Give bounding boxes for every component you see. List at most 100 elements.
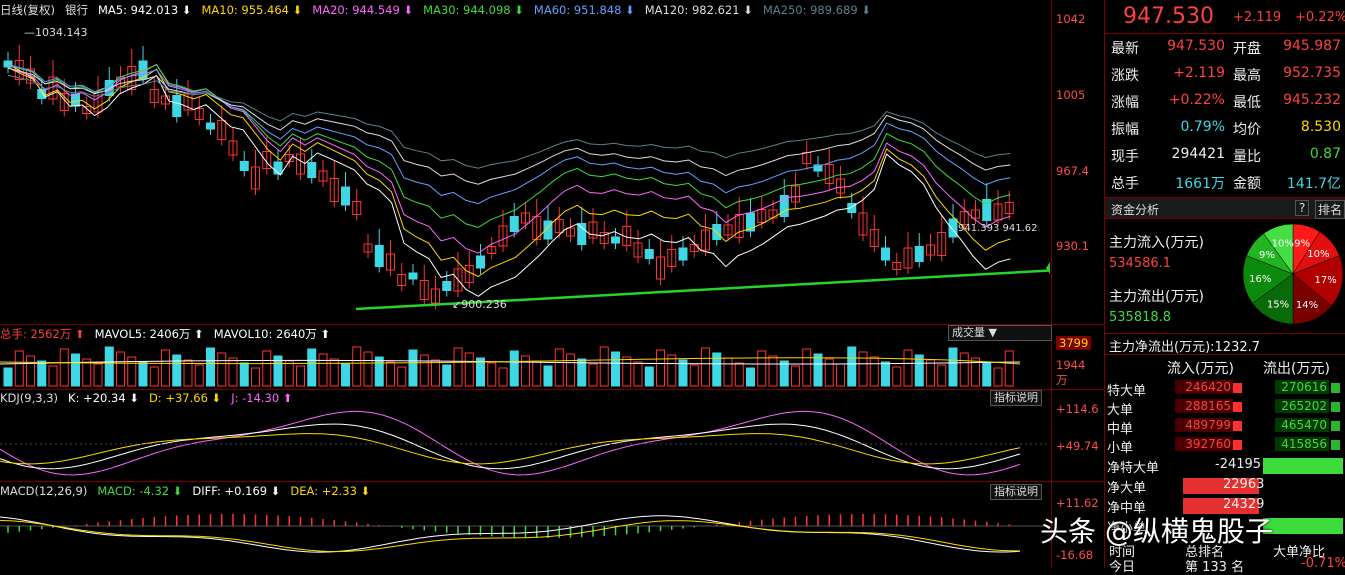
volume-bar — [521, 355, 530, 387]
quote-v1: +0.22% — [1168, 92, 1225, 108]
volume-bar — [116, 351, 125, 387]
price-change-pct: +0.22% — [1295, 10, 1345, 25]
volume-bar — [26, 355, 35, 387]
candle-body — [307, 162, 317, 178]
volume-bar — [487, 362, 497, 387]
candle-body — [509, 216, 519, 232]
volume-selector-dropdown[interactable]: 成交量 ▼ — [948, 325, 1052, 341]
fund-title: 资金分析 — [1111, 203, 1160, 217]
volume-bar — [431, 359, 440, 387]
candle-body — [611, 236, 620, 244]
high-annotation: —1034.143 — [24, 26, 88, 39]
flow-row-out: 270616 — [1275, 380, 1329, 394]
quote-v1: 0.79% — [1180, 119, 1225, 135]
ma-annotation: 941.393 941.62 — [958, 223, 1038, 234]
quote-l1: 现手 — [1111, 149, 1139, 165]
candle-body — [206, 122, 215, 130]
flow-row-name: 中单 — [1107, 422, 1134, 437]
volume-bar — [262, 350, 272, 387]
volume-unit: 万 — [1056, 373, 1068, 387]
volume-bar — [937, 364, 947, 387]
quote-l2: 均价 — [1233, 122, 1261, 138]
flow-in-marker — [1233, 421, 1242, 431]
volume-bar — [813, 353, 823, 387]
rank-button[interactable]: 排名 — [1315, 200, 1345, 219]
volume-bar — [588, 363, 598, 387]
net-row-name: 净特大单 — [1107, 461, 1160, 476]
help-icon[interactable]: ? — [1295, 200, 1310, 216]
volume-bar — [352, 346, 362, 387]
volume-bar — [779, 360, 789, 387]
net-row-bar — [1263, 458, 1343, 474]
volume-bar — [104, 346, 114, 387]
candle-body — [71, 93, 80, 107]
quote-v2: 141.7亿 — [1286, 176, 1341, 192]
candlestick-chart[interactable]: —1034.143 ↙900.236 941.393 941.62 — [0, 18, 1050, 324]
kdj-tick-1: +114.6 — [1056, 402, 1099, 416]
price-axis-divider — [1051, 0, 1052, 568]
volume-bar — [341, 363, 350, 387]
volume-bar — [836, 363, 845, 387]
candle-body — [678, 247, 688, 261]
kdj-chart[interactable] — [0, 406, 1050, 480]
quote-panel: 947.530 +2.119 +0.22% 最新 947.530 开盘 945.987… — [1104, 0, 1345, 575]
candle-body — [577, 223, 587, 245]
volume-bar — [543, 365, 553, 387]
flow-in-marker — [1233, 440, 1242, 450]
indicator-label: J: -14.30 ⬆ — [231, 391, 293, 405]
quote-l2: 最高 — [1233, 68, 1261, 84]
volume-bar — [453, 347, 463, 387]
volume-tick-1: 3799 — [1056, 336, 1092, 350]
volume-bar — [802, 348, 812, 387]
divider — [1105, 33, 1345, 34]
price-tick-1: 1042 — [1056, 12, 1086, 26]
macd-help-button[interactable]: 指标说明 — [990, 484, 1042, 500]
quote-v2: 945.987 — [1283, 38, 1341, 54]
macd-tick-1: +11.62 — [1056, 496, 1099, 510]
quote-l1: 最新 — [1111, 41, 1139, 57]
volume-bar — [363, 351, 373, 387]
pie-label: 17% — [1314, 275, 1336, 286]
net-row-value: -24195 — [1215, 457, 1262, 472]
volume-indicator-bar: 总手: 2562万 ⬆ MAVOL5: 2406万 ⬆ MAVOL10: 2640万… — [0, 326, 1050, 343]
pie-label: 14% — [1296, 300, 1318, 311]
volume-chart[interactable] — [0, 342, 1050, 388]
volume-bar — [656, 349, 665, 387]
volume-bar — [959, 352, 969, 387]
macd-chart[interactable] — [0, 500, 1050, 568]
quote-v2: 945.232 — [1283, 92, 1341, 108]
net-outflow-label: 主力净流出(万元): — [1109, 340, 1215, 355]
indicator-label: MA60: 951.848 ⬇ — [533, 3, 635, 17]
main-outflow-value: 535818.8 — [1109, 310, 1172, 325]
flow-row-name: 小单 — [1107, 441, 1134, 456]
volume-bar — [926, 359, 935, 387]
volume-bar — [611, 351, 620, 387]
volume-bar — [161, 349, 170, 387]
main-inflow-value: 534586.1 — [1109, 256, 1172, 271]
pie-label: 16% — [1249, 274, 1271, 285]
volume-bar — [622, 356, 632, 387]
quote-v2: 8.530 — [1300, 119, 1341, 135]
net-outflow: 主力净流出(万元):1232.7 — [1109, 336, 1260, 355]
watermark: 头条 @纵横鬼股子 — [1040, 515, 1273, 548]
flow-row-out: 415856 — [1275, 437, 1329, 451]
indicator-label: MA30: 944.098 ⬇ — [423, 3, 524, 17]
volume-bar — [408, 349, 418, 387]
quote-row: 涨跌 +2.119 最高 952.735 — [1109, 65, 1345, 87]
footer-rank-value: 第 133 名 — [1185, 560, 1245, 575]
volume-bar — [633, 361, 643, 387]
volume-tick-2: 1944 — [1056, 358, 1086, 372]
quote-v2: 952.735 — [1283, 65, 1341, 81]
volume-bar — [644, 366, 654, 387]
volume-bar — [3, 367, 13, 387]
quote-l1: 涨幅 — [1111, 95, 1139, 111]
indicator-label: DEA: +2.33 ⬇ — [290, 484, 371, 498]
flow-in-marker — [1233, 383, 1242, 393]
volume-bar — [599, 346, 609, 387]
volume-bar — [903, 349, 913, 387]
candle-body — [172, 95, 182, 117]
volume-bar — [689, 364, 699, 387]
kdj-help-button[interactable]: 指标说明 — [990, 390, 1042, 406]
volume-bar — [566, 353, 575, 387]
divider — [1105, 333, 1345, 334]
